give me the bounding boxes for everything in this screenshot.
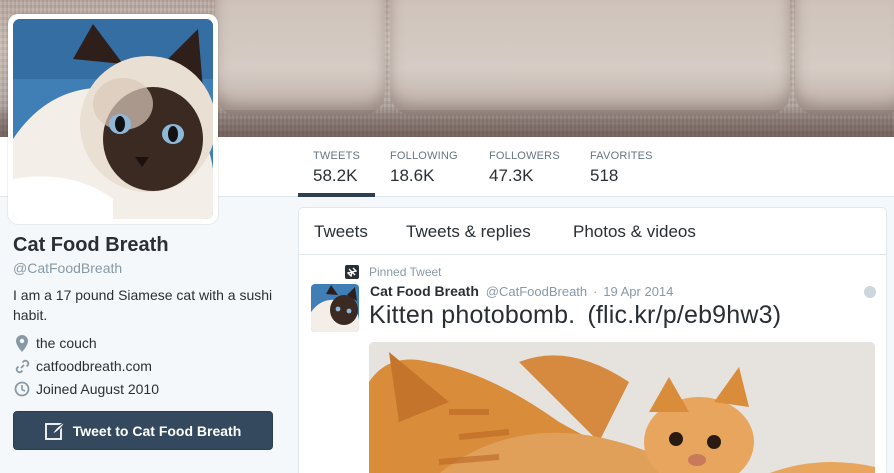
tweet-author-avatar[interactable] [311,284,359,332]
link-icon [13,357,31,375]
tab-photos-videos[interactable]: Photos & videos [573,222,696,242]
tweet-timestamp[interactable]: 19 Apr 2014 [603,284,673,299]
profile-website[interactable]: catfoodbreath.com [13,357,152,375]
tweet-header: Cat Food Breath @CatFoodBreath · 19 Apr … [370,283,673,299]
globe-icon [864,286,876,298]
nav-stat-following[interactable]: FOLLOWING 18.6K [390,137,458,197]
stat-label: TWEETS [313,150,361,162]
nav-stat-tweets[interactable]: TWEETS 58.2K [298,137,375,197]
tweet-author-name[interactable]: Cat Food Breath [370,283,479,299]
profile-avatar [13,19,213,219]
stat-value: 47.3K [489,166,534,185]
website-link[interactable]: catfoodbreath.com [36,358,152,374]
stat-value: 518 [590,166,619,185]
tweet-text: Kitten photobomb. (flic.kr/p/eb9hw3) [369,301,781,330]
profile-handle[interactable]: @CatFoodBreath [13,260,122,276]
tweet-link[interactable]: (flic.kr/p/eb9hw3) [587,301,781,329]
banner-cushion [390,0,790,115]
stat-label: FAVORITES [590,150,653,162]
tweet-to-label: Tweet to Cat Food Breath [72,422,242,439]
compose-feather-icon [44,420,66,440]
joined-text: Joined August 2010 [36,381,159,397]
stat-label: FOLLOWERS [489,150,560,162]
pin-icon [345,265,359,279]
timeline-panel: Tweets Tweets & replies Photos & videos … [298,207,887,473]
tweet-to-button[interactable]: Tweet to Cat Food Breath [13,411,273,450]
location-text: the couch [36,335,97,351]
nav-stat-followers[interactable]: FOLLOWERS 47.3K [489,137,560,197]
nav-stat-favorites[interactable]: FAVORITES 518 [590,137,653,197]
banner-cushion [215,0,385,115]
pinned-tweet-label: Pinned Tweet [345,265,442,279]
tweet-separator: · [593,284,598,299]
tweet-body: Kitten photobomb. [369,301,576,329]
profile-avatar-frame[interactable] [8,14,218,224]
calendar-clock-icon [13,380,31,398]
timeline-tabs: Tweets Tweets & replies Photos & videos [299,208,886,255]
banner-cushion [795,0,894,115]
location-pin-icon [13,334,31,352]
profile-name[interactable]: Cat Food Breath [13,234,169,257]
profile-bio: I am a 17 pound Siamese cat with a sushi… [13,287,273,323]
stat-label: FOLLOWING [390,150,458,162]
tweet-author-handle[interactable]: @CatFoodBreath [486,284,587,299]
profile-location: the couch [13,334,97,352]
profile-joined: Joined August 2010 [13,380,159,398]
pinned-text: Pinned Tweet [369,265,442,279]
stat-value: 18.6K [390,166,435,185]
tab-tweets-replies[interactable]: Tweets & replies [406,222,531,242]
tweet-photo[interactable] [369,342,875,473]
tab-tweets[interactable]: Tweets [314,222,368,242]
profile-page: TWEETS 58.2K FOLLOWING 18.6K FOLLOWERS 4… [0,0,894,473]
stat-value: 58.2K [313,166,358,185]
